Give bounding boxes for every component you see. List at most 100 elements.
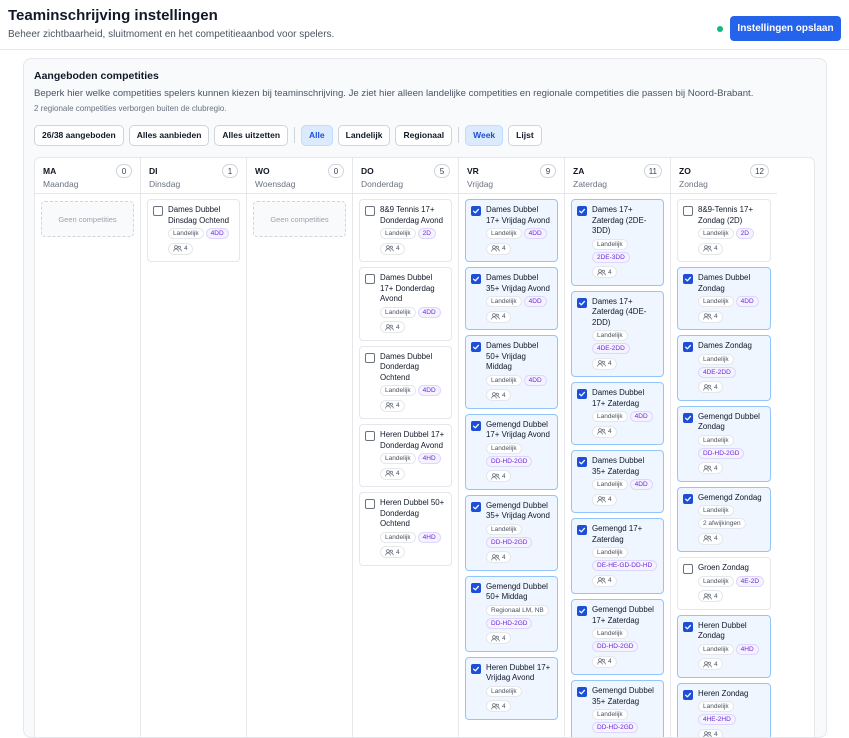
- view-list-button[interactable]: Lijst: [508, 125, 541, 146]
- competition-card[interactable]: Gemengd Dubbel 17+ Vrijdag AvondLandelij…: [465, 414, 558, 490]
- competition-checkbox[interactable]: [365, 206, 375, 216]
- day-short-label: DI: [149, 166, 158, 176]
- competition-card[interactable]: Gemengd Dubbel ZondagLandelijkDD-HD-2GD4: [677, 406, 771, 482]
- competition-checkbox[interactable]: [577, 298, 587, 308]
- competition-card[interactable]: Gemengd ZondagLandelijk2 afwijkingen4: [677, 487, 771, 553]
- competition-card[interactable]: Gemengd Dubbel 35+ ZaterdagLandelijkDD-H…: [571, 680, 664, 738]
- competition-checkbox[interactable]: [683, 622, 693, 632]
- scope-badge: Landelijk: [592, 479, 628, 490]
- team-icon: [491, 635, 500, 642]
- competition-checkbox[interactable]: [683, 206, 693, 216]
- day-short-label: MA: [43, 166, 56, 176]
- checkmark-icon: [578, 688, 586, 696]
- format-badge: 2DE-3DD: [592, 252, 630, 263]
- competition-checkbox[interactable]: [471, 583, 481, 593]
- competition-card[interactable]: Heren Dubbel 17+ Donderdag AvondLandelij…: [359, 424, 452, 487]
- competition-checkbox[interactable]: [683, 564, 693, 574]
- team-size-badge: 4: [592, 426, 617, 438]
- day-column-maandag: MAMaandag0 Geen competities: [35, 158, 141, 738]
- empty-state: Geen competities: [41, 201, 134, 237]
- competition-checkbox[interactable]: [471, 502, 481, 512]
- checkmark-icon: [684, 275, 692, 283]
- competition-card[interactable]: Dames Dubbel Donderdag OchtendLandelijk4…: [359, 346, 452, 420]
- competition-card[interactable]: Dames Dubbel 50+ Vrijdag MiddagLandelijk…: [465, 335, 558, 409]
- competition-card[interactable]: Heren ZondagLandelijk4HE-2HD4: [677, 683, 771, 738]
- competition-checkbox[interactable]: [683, 342, 693, 352]
- filter-all-button[interactable]: Alle: [301, 125, 333, 146]
- checkmark-icon: [684, 691, 692, 699]
- scope-badge: Landelijk: [592, 239, 628, 250]
- filter-national-button[interactable]: Landelijk: [338, 125, 391, 146]
- competition-card[interactable]: Heren Dubbel 50+ Donderdag OchtendLandel…: [359, 492, 452, 566]
- exclude-all-button[interactable]: Alles uitzetten: [214, 125, 288, 146]
- competition-checkbox[interactable]: [471, 664, 481, 674]
- scope-badge: Landelijk: [380, 307, 416, 318]
- competition-checkbox[interactable]: [365, 499, 375, 509]
- competition-checkbox[interactable]: [577, 687, 587, 697]
- competition-card[interactable]: Dames Dubbel Dinsdag OchtendLandelijk4DD…: [147, 199, 240, 262]
- competition-card[interactable]: 8&9 Tennis 17+ Donderdag AvondLandelijk2…: [359, 199, 452, 262]
- section-title: Aangeboden competities: [34, 70, 159, 82]
- competition-card[interactable]: Dames 17+ Zaterdag (2DE-3DD) Landelijk 2DE…: [571, 199, 664, 286]
- competition-checkbox[interactable]: [577, 525, 587, 535]
- day-column-header: VRVrijdag9: [459, 158, 564, 194]
- competition-card[interactable]: Dames ZondagLandelijk4DE-2DD4: [677, 335, 771, 401]
- competition-checkbox[interactable]: [365, 274, 375, 284]
- competition-card[interactable]: Groen ZondagLandelijk4E-2D4: [677, 557, 771, 610]
- team-icon: [703, 593, 712, 600]
- competition-card[interactable]: Gemengd Dubbel 50+ MiddagRegionaal LM, N…: [465, 576, 558, 652]
- competition-name: Dames 17+ Zaterdag (2DE-3DD): [592, 205, 658, 237]
- day-short-label: WO: [255, 166, 270, 176]
- competition-checkbox[interactable]: [577, 457, 587, 467]
- competition-card[interactable]: Dames 17+ Zaterdag (4DE-2DD)Landelijk4DE…: [571, 291, 664, 378]
- competition-checkbox[interactable]: [577, 606, 587, 616]
- competition-card[interactable]: Dames Dubbel ZondagLandelijk4DD4: [677, 267, 771, 330]
- day-column-header: MAMaandag0: [35, 158, 140, 194]
- competition-card[interactable]: Gemengd Dubbel 35+ Vrijdag AvondLandelij…: [465, 495, 558, 571]
- competition-name: Heren Dubbel 50+ Donderdag Ochtend: [380, 498, 446, 530]
- competition-list: 8&9-Tennis 17+ Zondag (2D)Landelijk2D4Da…: [671, 194, 777, 738]
- team-size-badge: 4: [698, 243, 723, 255]
- competition-name: Dames Dubbel 17+ Donderdag Avond: [380, 273, 446, 305]
- day-long-label: Zaterdag: [573, 179, 607, 189]
- offer-all-button[interactable]: Alles aanbieden: [129, 125, 210, 146]
- save-settings-button[interactable]: Instellingen opslaan: [730, 16, 841, 41]
- competition-card[interactable]: Dames Dubbel 35+ ZaterdagLandelijk4DD4: [571, 450, 664, 513]
- competition-card[interactable]: Dames Dubbel 35+ Vrijdag AvondLandelijk4…: [465, 267, 558, 330]
- competition-checkbox[interactable]: [683, 413, 693, 423]
- competition-card[interactable]: Gemengd 17+ ZaterdagLandelijkDE-HE-GD-DD…: [571, 518, 664, 594]
- competition-card[interactable]: Dames Dubbel 17+ Vrijdag AvondLandelijk4…: [465, 199, 558, 262]
- competition-checkbox[interactable]: [577, 389, 587, 399]
- competition-name: Dames Dubbel 17+ Vrijdag Avond: [486, 205, 552, 226]
- checkmark-icon: [472, 343, 480, 351]
- competition-checkbox[interactable]: [577, 206, 587, 216]
- competition-card[interactable]: Dames Dubbel 17+ ZaterdagLandelijk4DD4: [571, 382, 664, 445]
- team-icon: [703, 661, 712, 668]
- competition-checkbox[interactable]: [153, 206, 163, 216]
- week-board: MAMaandag0Geen competitiesDIDinsdag1Dame…: [34, 157, 815, 738]
- competition-checkbox[interactable]: [683, 494, 693, 504]
- team-icon: [703, 245, 712, 252]
- view-week-button[interactable]: Week: [465, 125, 503, 146]
- competition-checkbox[interactable]: [471, 421, 481, 431]
- competition-checkbox[interactable]: [471, 342, 481, 352]
- competition-checkbox[interactable]: [365, 353, 375, 363]
- competition-checkbox[interactable]: [471, 274, 481, 284]
- team-size-badge: 4: [486, 470, 511, 482]
- team-icon: [491, 473, 500, 480]
- competition-checkbox[interactable]: [683, 690, 693, 700]
- competition-checkbox[interactable]: [683, 274, 693, 284]
- competition-card[interactable]: 8&9-Tennis 17+ Zondag (2D)Landelijk2D4: [677, 199, 771, 262]
- competition-checkbox[interactable]: [365, 431, 375, 441]
- filter-regional-button[interactable]: Regionaal: [395, 125, 452, 146]
- team-size-badge: 4: [698, 533, 723, 545]
- team-size-value: 4: [714, 245, 718, 252]
- scope-badge: Landelijk: [698, 576, 734, 587]
- competitions-panel: Aangeboden competities Beperk hier welke…: [23, 58, 827, 738]
- competition-card[interactable]: Heren Dubbel ZondagLandelijk4HD4: [677, 615, 771, 678]
- format-badge: 4DD: [418, 385, 441, 396]
- competition-card[interactable]: Heren Dubbel 17+ Vrijdag AvondLandelijk4: [465, 657, 558, 720]
- competition-card[interactable]: Dames Dubbel 17+ Donderdag Avond Landelij…: [359, 267, 452, 341]
- competition-checkbox[interactable]: [471, 206, 481, 216]
- competition-card[interactable]: Gemengd Dubbel 17+ ZaterdagLandelijkDD-H…: [571, 599, 664, 675]
